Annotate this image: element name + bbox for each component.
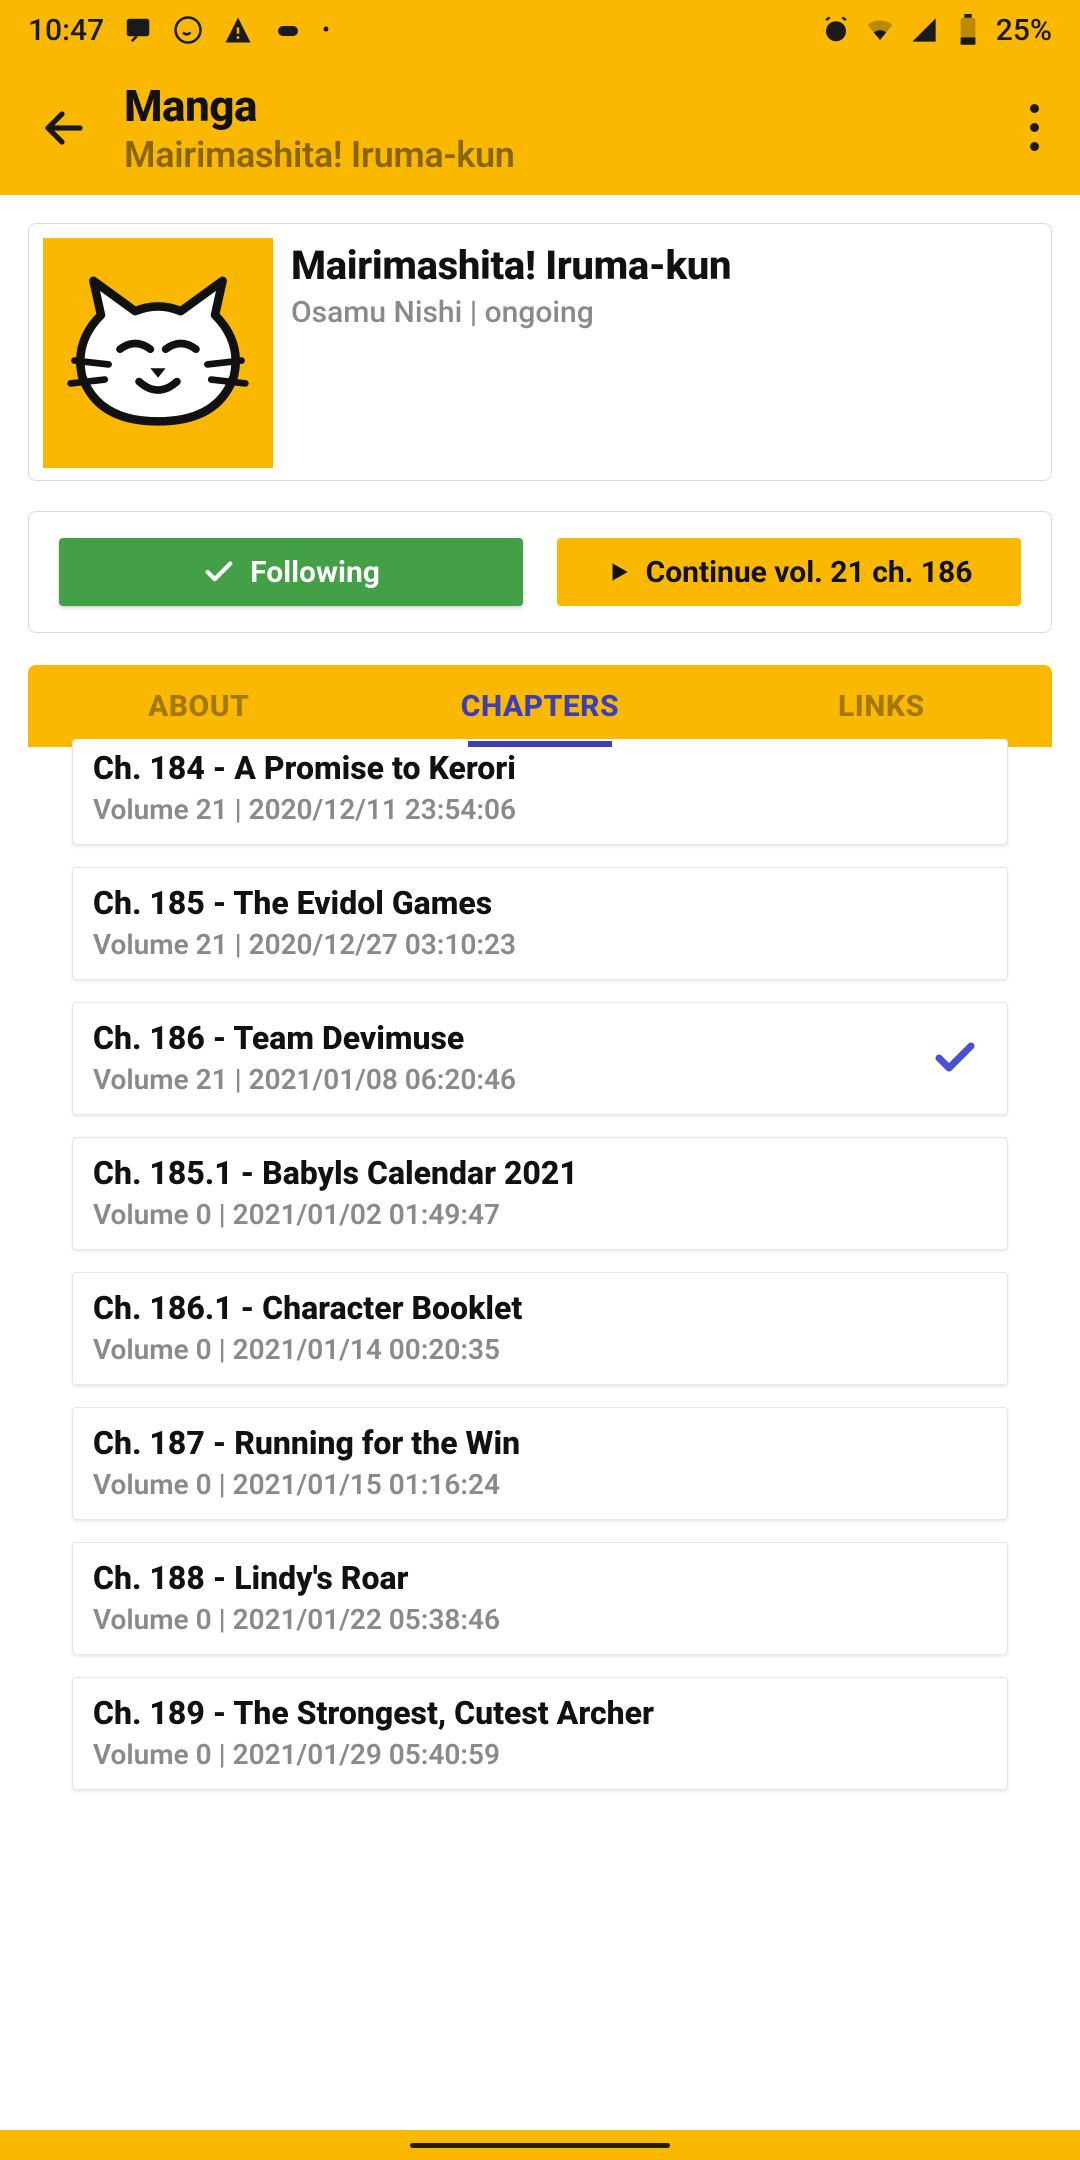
nav-bar (0, 2130, 1080, 2160)
chapter-text: Ch. 186.1 - Character Booklet Volume 0 | … (93, 1289, 987, 1366)
chapter-row[interactable]: Ch. 186.1 - Character Booklet Volume 0 | … (72, 1272, 1008, 1385)
tab-links[interactable]: LINKS (711, 665, 1052, 747)
chapter-title: Ch. 187 - Running for the Win (93, 1424, 987, 1462)
meta-sep: | (470, 295, 485, 330)
chapter-row[interactable]: Ch. 186 - Team Devimuse Volume 21 | 2021/… (72, 1002, 1008, 1115)
chapter-row[interactable]: Ch. 184 - A Promise to Kerori Volume 21 |… (72, 739, 1008, 845)
chapter-meta: Volume 21 | 2020/12/27 03:10:23 (93, 928, 987, 961)
chapter-row[interactable]: Ch. 185.1 - Babyls Calendar 2021 Volume 0… (72, 1137, 1008, 1250)
chapter-row[interactable]: Ch. 185 - The Evidol Games Volume 21 | 20… (72, 867, 1008, 980)
chapter-row[interactable]: Ch. 189 - The Strongest, Cutest Archer Vo… (72, 1677, 1008, 1790)
play-icon (606, 559, 632, 585)
chapter-meta: Volume 21 | 2021/01/08 06:20:46 (93, 1063, 929, 1096)
follow-label: Following (250, 555, 380, 590)
battery-percent: 25% (996, 13, 1052, 48)
gesture-handle[interactable] (410, 2143, 670, 2148)
manga-author: Osamu Nishi (291, 295, 462, 330)
manga-title: Mairimashita! Iruma-kun (291, 242, 1037, 289)
chapter-meta: Volume 21 | 2020/12/11 23:54:06 (93, 793, 987, 826)
chapter-text: Ch. 188 - Lindy's Roar Volume 0 | 2021/01… (93, 1559, 987, 1636)
controller-icon (272, 14, 304, 46)
chapter-meta: Volume 0 | 2021/01/02 01:49:47 (93, 1198, 987, 1231)
battery-icon (952, 14, 984, 46)
manga-status: ongoing (485, 295, 594, 330)
header-title: Manga (124, 80, 1004, 132)
back-button[interactable] (24, 88, 104, 168)
warning-icon (222, 14, 254, 46)
header-text: Manga Mairimashita! Iruma-kun (124, 80, 1004, 176)
cat-icon (63, 258, 253, 448)
chapter-title: Ch. 186.1 - Character Booklet (93, 1289, 987, 1327)
manga-cover[interactable] (43, 238, 273, 468)
status-bar: 10:47 • 25% (0, 0, 1080, 60)
chapter-row[interactable]: Ch. 187 - Running for the Win Volume 0 | … (72, 1407, 1008, 1520)
wifi-icon (864, 14, 896, 46)
app-header: Manga Mairimashita! Iruma-kun (0, 60, 1080, 195)
chapter-title: Ch. 186 - Team Devimuse (93, 1019, 929, 1057)
whatsapp-icon (172, 14, 204, 46)
continue-label: Continue vol. 21 ch. 186 (646, 555, 973, 590)
chapter-text: Ch. 185 - The Evidol Games Volume 21 | 20… (93, 884, 987, 961)
dot-icon: • (322, 18, 330, 43)
read-check-icon (929, 1032, 981, 1084)
tab-about[interactable]: ABOUT (28, 665, 369, 747)
status-left: 10:47 • (28, 13, 330, 48)
tabs: ABOUT CHAPTERS LINKS (28, 665, 1052, 747)
chapter-text: Ch. 186 - Team Devimuse Volume 21 | 2021/… (93, 1019, 929, 1096)
chapter-title: Ch. 185 - The Evidol Games (93, 884, 987, 922)
continue-button[interactable]: Continue vol. 21 ch. 186 (557, 538, 1021, 606)
header-subtitle: Mairimashita! Iruma-kun (124, 134, 1004, 176)
chapter-meta: Volume 0 | 2021/01/14 00:20:35 (93, 1333, 987, 1366)
chapter-title: Ch. 184 - A Promise to Kerori (93, 749, 987, 787)
status-right: 25% (820, 13, 1052, 48)
chapter-meta: Volume 0 | 2021/01/29 05:40:59 (93, 1738, 987, 1771)
chapter-text: Ch. 189 - The Strongest, Cutest Archer Vo… (93, 1694, 987, 1771)
manga-meta: Osamu Nishi | ongoing (291, 295, 1037, 330)
chapter-text: Ch. 185.1 - Babyls Calendar 2021 Volume 0… (93, 1154, 987, 1231)
chapter-title: Ch. 188 - Lindy's Roar (93, 1559, 987, 1597)
alarm-icon (820, 14, 852, 46)
overflow-menu-button[interactable] (1004, 88, 1064, 168)
chapter-title: Ch. 185.1 - Babyls Calendar 2021 (93, 1154, 987, 1192)
signal-icon (908, 14, 940, 46)
chapter-row[interactable]: Ch. 188 - Lindy's Roar Volume 0 | 2021/01… (72, 1542, 1008, 1655)
manga-info-card: Mairimashita! Iruma-kun Osamu Nishi | on… (28, 223, 1052, 481)
chapter-title: Ch. 189 - The Strongest, Cutest Archer (93, 1694, 987, 1732)
chapter-text: Ch. 187 - Running for the Win Volume 0 | … (93, 1424, 987, 1501)
clock: 10:47 (28, 13, 104, 48)
tab-chapters[interactable]: CHAPTERS (369, 665, 710, 747)
tabs-card: ABOUT CHAPTERS LINKS Ch. 184 - A Promise… (28, 665, 1052, 1812)
chapter-meta: Volume 0 | 2021/01/15 01:16:24 (93, 1468, 987, 1501)
follow-button[interactable]: Following (59, 538, 523, 606)
action-card: Following Continue vol. 21 ch. 186 (28, 511, 1052, 633)
chapter-text: Ch. 184 - A Promise to Kerori Volume 21 |… (93, 749, 987, 826)
chapter-list[interactable]: Ch. 184 - A Promise to Kerori Volume 21 |… (28, 739, 1052, 1790)
chapter-meta: Volume 0 | 2021/01/22 05:38:46 (93, 1603, 987, 1636)
check-icon (202, 555, 236, 589)
manga-info-text: Mairimashita! Iruma-kun Osamu Nishi | on… (291, 238, 1037, 466)
message-square-icon (122, 14, 154, 46)
